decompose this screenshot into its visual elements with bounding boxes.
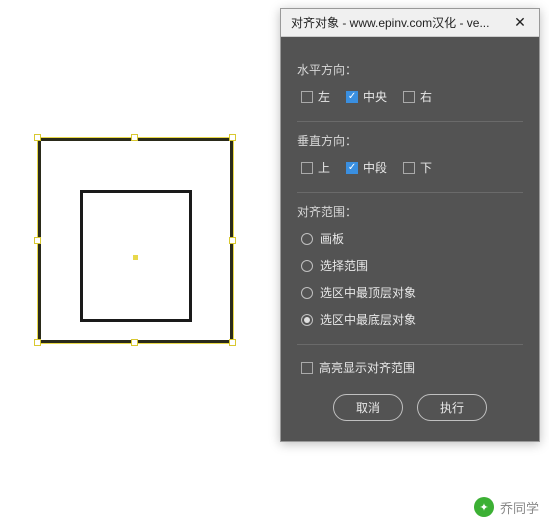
- chk-center[interactable]: 中央: [346, 88, 387, 105]
- watermark: ✦ 乔同学: [474, 497, 539, 517]
- section-horizontal: 水平方向： 左 中央 右: [297, 51, 523, 122]
- highlight-label: 高亮显示对齐范围: [319, 359, 415, 376]
- center-handle[interactable]: [133, 255, 138, 260]
- handle-ml[interactable]: [34, 237, 41, 244]
- cancel-label: 取消: [356, 401, 380, 415]
- dialog-body: 水平方向： 左 中央 右 垂直方向：: [281, 37, 539, 441]
- execute-label: 执行: [440, 401, 464, 415]
- rad-topmost[interactable]: 选区中最顶层对象: [301, 284, 523, 301]
- chk-left-label: 左: [318, 88, 330, 105]
- handle-tr[interactable]: [229, 134, 236, 141]
- checkbox-icon: [403, 162, 415, 174]
- chk-top[interactable]: 上: [301, 159, 330, 176]
- chk-right[interactable]: 右: [403, 88, 432, 105]
- button-row: 取消 执行: [297, 394, 523, 421]
- close-icon: ✕: [514, 14, 526, 31]
- canvas-area: [0, 0, 280, 523]
- radio-icon: [301, 260, 313, 272]
- chk-highlight[interactable]: 高亮显示对齐范围: [297, 345, 523, 394]
- chk-bottom[interactable]: 下: [403, 159, 432, 176]
- titlebar[interactable]: 对齐对象 - www.epinv.com汉化 - ve... ✕: [281, 9, 539, 37]
- scope-label: 对齐范围：: [297, 203, 523, 220]
- rad-selection-label: 选择范围: [320, 257, 368, 274]
- checkbox-icon: [346, 162, 358, 174]
- section-vertical: 垂直方向： 上 中段 下: [297, 122, 523, 193]
- rad-bottommost-label: 选区中最底层对象: [320, 311, 416, 328]
- execute-button[interactable]: 执行: [417, 394, 487, 421]
- vert-label: 垂直方向：: [297, 132, 523, 149]
- handle-br[interactable]: [229, 339, 236, 346]
- rad-artboard-label: 画板: [320, 230, 344, 247]
- chk-middle-label: 中段: [363, 159, 387, 176]
- watermark-label: 乔同学: [500, 498, 539, 517]
- checkbox-icon: [301, 91, 313, 103]
- rad-topmost-label: 选区中最顶层对象: [320, 284, 416, 301]
- chk-right-label: 右: [420, 88, 432, 105]
- rad-selection[interactable]: 选择范围: [301, 257, 523, 274]
- rad-bottommost[interactable]: 选区中最底层对象: [301, 311, 523, 328]
- close-button[interactable]: ✕: [505, 12, 535, 34]
- checkbox-icon: [403, 91, 415, 103]
- checkbox-icon: [301, 162, 313, 174]
- radio-icon: [301, 314, 313, 326]
- section-scope: 对齐范围： 画板 选择范围 选区中最顶层对象 选区中最底层对象: [297, 193, 523, 345]
- handle-tl[interactable]: [34, 134, 41, 141]
- chk-bottom-label: 下: [420, 159, 432, 176]
- chk-center-label: 中央: [363, 88, 387, 105]
- cancel-button[interactable]: 取消: [333, 394, 403, 421]
- handle-bc[interactable]: [131, 339, 138, 346]
- checkbox-icon: [301, 362, 313, 374]
- chk-middle[interactable]: 中段: [346, 159, 387, 176]
- wechat-icon: ✦: [474, 497, 494, 517]
- handle-bl[interactable]: [34, 339, 41, 346]
- horiz-label: 水平方向：: [297, 61, 523, 78]
- chk-left[interactable]: 左: [301, 88, 330, 105]
- radio-icon: [301, 287, 313, 299]
- radio-icon: [301, 233, 313, 245]
- dialog-title: 对齐对象 - www.epinv.com汉化 - ve...: [291, 14, 505, 31]
- handle-mr[interactable]: [229, 237, 236, 244]
- checkbox-icon: [346, 91, 358, 103]
- align-dialog: 对齐对象 - www.epinv.com汉化 - ve... ✕ 水平方向： 左…: [280, 8, 540, 442]
- rad-artboard[interactable]: 画板: [301, 230, 523, 247]
- chk-top-label: 上: [318, 159, 330, 176]
- handle-tc[interactable]: [131, 134, 138, 141]
